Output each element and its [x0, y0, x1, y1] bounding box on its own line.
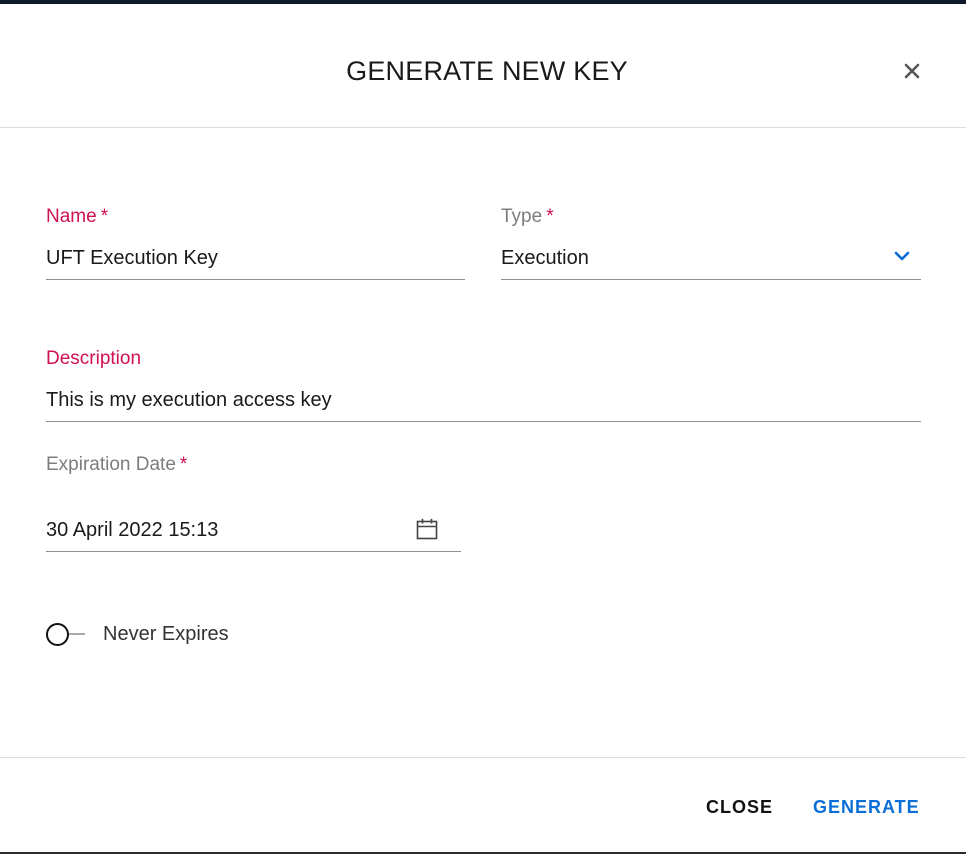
- expiration-date-label-text: Expiration Date: [46, 454, 176, 475]
- description-label: Description: [46, 348, 142, 369]
- close-icon[interactable]: [900, 59, 924, 83]
- name-input-underline: [46, 279, 465, 280]
- type-select[interactable]: Execution: [501, 247, 589, 270]
- never-expires-label: Never Expires: [103, 623, 229, 645]
- chevron-down-icon[interactable]: [893, 249, 911, 263]
- description-input[interactable]: This is my execution access key: [46, 389, 332, 412]
- never-expires-toggle[interactable]: [45, 621, 87, 647]
- generate-button[interactable]: GENERATE: [813, 797, 920, 818]
- calendar-icon[interactable]: [416, 518, 438, 540]
- required-marker: *: [546, 206, 554, 227]
- expiration-date-underline: [46, 551, 461, 552]
- dialog-header: GENERATE NEW KEY: [0, 4, 966, 128]
- description-input-underline: [46, 421, 921, 422]
- name-input[interactable]: UFT Execution Key: [46, 247, 218, 270]
- type-label-text: Type: [501, 206, 543, 227]
- required-marker: *: [179, 454, 188, 475]
- expiration-date-input[interactable]: 30 April 2022 15:13: [46, 519, 218, 542]
- expiration-date-label: Expiration Date *: [46, 454, 187, 476]
- toggle-knob: [46, 623, 69, 646]
- name-label-text: Name: [46, 206, 97, 227]
- close-button[interactable]: CLOSE: [706, 797, 773, 818]
- dialog-title: GENERATE NEW KEY: [346, 56, 628, 86]
- required-marker: *: [100, 206, 109, 227]
- name-label: Name *: [46, 206, 108, 228]
- type-select-underline: [501, 279, 921, 280]
- type-label: Type *: [501, 206, 554, 228]
- footer-divider: [0, 757, 966, 758]
